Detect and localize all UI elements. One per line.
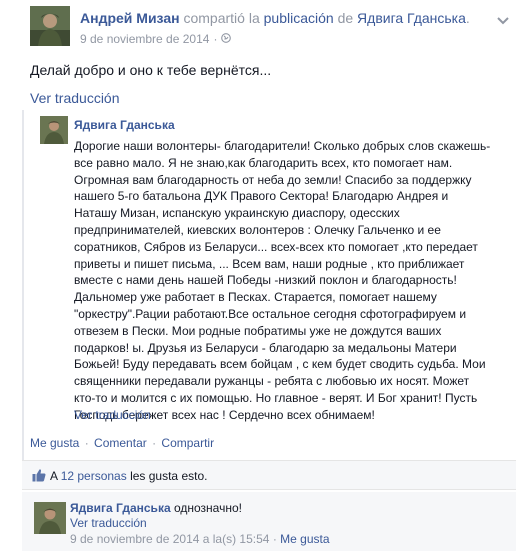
shared-author-avatar[interactable] [40, 116, 68, 144]
actions-separator: · [152, 436, 157, 450]
body-line: священники передавали ружанцы - ребята с… [74, 374, 470, 389]
body-line: подарков! ы. Друзья из Беларуси - благод… [74, 340, 457, 355]
comment-text: однозначно! [173, 501, 242, 515]
globe-icon[interactable] [221, 32, 232, 46]
author-avatar[interactable] [30, 6, 70, 46]
likes-prefix: A [50, 469, 58, 483]
thumbs-up-icon [32, 468, 46, 482]
post-header: Андрей Мизан compartió la publicación de… [30, 6, 516, 50]
comment-button[interactable]: Comentar [94, 436, 147, 450]
likes-suffix: les gusta esto. [130, 469, 208, 483]
body-line: нашего 5-го батальона ДУК Правого Сектор… [74, 189, 449, 204]
shared-post-body: Дорогие наши волонтеры- благодарители! С… [74, 138, 504, 424]
shared-see-translation-link[interactable]: Ver traducción [74, 408, 151, 422]
shared-post: Ядвига Гданська Дорогие наши волонтеры- … [22, 110, 502, 470]
comment-meta-separator: · [272, 532, 277, 546]
body-line: предпринимателей, киевских волонтеров : … [74, 222, 441, 237]
shared-post-link[interactable]: publicación [264, 10, 334, 26]
commenter-avatar[interactable] [34, 502, 66, 534]
body-line: Божьей! Буду передавать всем бойцам , с … [74, 357, 486, 372]
actions-separator: · [84, 436, 89, 450]
headline-mid: de [337, 10, 354, 26]
post-text: Делай добро и оно к тебе вернётся... [30, 62, 272, 78]
post-date[interactable]: 9 de noviembre de 2014 [80, 32, 209, 46]
likes-people-link[interactable]: 12 personas [61, 469, 127, 483]
body-line: соратников, Сябров из Беларуси... всех-в… [74, 239, 478, 254]
original-author-link[interactable]: Ядвига Гданська [357, 10, 466, 26]
likes-summary: A 12 personas les gusta esto. [22, 460, 516, 490]
body-line: Дальномер уже работает в Песках. Старает… [74, 290, 437, 305]
body-line: кто-то и молится с их помощью. Но главно… [74, 390, 478, 405]
body-line: все равно мало. Я не знаю,как благодарит… [74, 155, 453, 170]
body-line: Наташу Мизан, испанскую украинскую диасп… [74, 206, 400, 221]
comment-timestamp[interactable]: 9 de noviembre de 2014 a la(s) 15:54 [70, 532, 269, 546]
body-line: приветы и пишет письма, ... Всем вам, на… [74, 256, 465, 271]
shared-author-name-link[interactable]: Ядвига Гданська [74, 118, 175, 132]
likes-text: A 12 personas les gusta esto. [50, 469, 207, 483]
comment-meta: 9 de noviembre de 2014 a la(s) 15:54 · M… [70, 532, 330, 546]
headline-suffix: . [465, 10, 470, 26]
post-actions: Me gusta · Comentar · Compartir [30, 436, 214, 450]
chevron-down-icon[interactable] [496, 14, 510, 26]
body-line: отвезем в Пески. Мои родные побратимы уж… [74, 323, 442, 338]
body-line: вместе с нами день нашей Победы -низкий … [74, 273, 457, 288]
body-line: Огромная вам благодарность от неба до зе… [74, 172, 472, 187]
share-button[interactable]: Compartir [161, 436, 214, 450]
post-meta: 9 de noviembre de 2014 · [80, 32, 232, 46]
body-line: "оркестру".Рации работают.Все остальное … [74, 306, 467, 321]
like-button[interactable]: Me gusta [30, 436, 79, 450]
comment-line: Ядвига Гданська однозначно! [70, 501, 242, 515]
headline-prefix: compartió la [183, 10, 260, 26]
comment-like-button[interactable]: Me gusta [280, 532, 329, 546]
see-translation-link[interactable]: Ver traducción [30, 90, 120, 106]
author-name-link[interactable]: Андрей Мизан [80, 10, 180, 26]
body-line: Дорогие наши волонтеры- благодарители! С… [74, 139, 491, 153]
comment: Ядвига Гданська однозначно! Ver traducci… [22, 492, 516, 551]
comment-see-translation-link[interactable]: Ver traducción [70, 516, 147, 530]
meta-separator: · [213, 32, 218, 46]
post-headline: Андрей Мизан compartió la publicación de… [80, 10, 470, 26]
commenter-name-link[interactable]: Ядвига Гданська [70, 501, 171, 515]
